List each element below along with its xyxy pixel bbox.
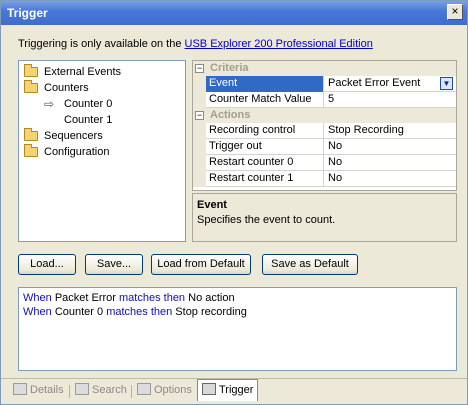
tab-details[interactable]: Details — [13, 382, 64, 400]
property-row-event[interactable]: Event Packet Error Event ▼ — [193, 76, 456, 92]
tree-item-label: Configuration — [44, 146, 110, 158]
folder-icon — [24, 144, 38, 157]
description-title: Event — [197, 199, 227, 211]
category-actions[interactable]: − Actions — [193, 108, 456, 123]
property-name: Restart counter 0 — [206, 155, 324, 171]
property-row-counter-match-value[interactable]: Counter Match Value 5 — [193, 92, 456, 108]
property-row-restart-counter-1[interactable]: Restart counter 1 No — [193, 171, 456, 187]
tree-item-label: External Events — [44, 66, 122, 78]
details-icon — [13, 383, 27, 395]
category-label: Actions — [210, 109, 251, 121]
summary-line: When Counter 0 matches then Stop recordi… — [23, 306, 247, 318]
tab-options[interactable]: Options — [137, 382, 192, 400]
save-button[interactable]: Save... — [85, 254, 143, 275]
property-value[interactable]: No — [324, 155, 456, 171]
tab-search[interactable]: Search — [75, 382, 127, 400]
trigger-tree[interactable]: External Events Counters ⇨ Counter 0 Cou… — [18, 60, 186, 242]
load-button[interactable]: Load... — [18, 254, 76, 275]
title-bar[interactable]: Trigger × — [1, 1, 467, 25]
arrow-icon: ⇨ — [44, 97, 55, 111]
property-value[interactable]: Packet Error Event — [324, 76, 456, 92]
edition-link[interactable]: USB Explorer 200 Professional Edition — [185, 38, 373, 50]
collapse-icon[interactable]: − — [195, 111, 204, 120]
notice-text: Triggering is only available on the — [18, 38, 185, 50]
trigger-summary: When Packet Error matches then No action… — [18, 287, 457, 371]
close-button[interactable]: × — [447, 4, 463, 20]
property-row-trigger-out[interactable]: Trigger out No — [193, 139, 456, 155]
tree-item-label: Counter 1 — [64, 114, 113, 126]
category-criteria[interactable]: − Criteria — [193, 61, 456, 76]
property-value[interactable]: Stop Recording — [324, 123, 456, 139]
property-value[interactable]: 5 — [324, 92, 456, 108]
collapse-icon[interactable]: − — [195, 64, 204, 73]
property-name: Restart counter 1 — [206, 171, 324, 187]
property-name: Event — [206, 76, 324, 92]
folder-icon — [24, 64, 38, 77]
description-panel: Event Specifies the event to count. — [192, 193, 457, 242]
tab-trigger[interactable]: Trigger — [197, 379, 259, 401]
property-name: Trigger out — [206, 139, 324, 155]
summary-line: When Packet Error matches then No action — [23, 292, 235, 304]
bottom-tabs: Details Search Options Trigger — [1, 378, 467, 404]
property-name: Counter Match Value — [206, 92, 324, 108]
property-value[interactable]: No — [324, 139, 456, 155]
edition-notice: Triggering is only available on the USB … — [18, 38, 373, 50]
property-grid[interactable]: − Criteria Event Packet Error Event ▼ Co… — [192, 60, 457, 191]
folder-icon — [24, 80, 38, 93]
save-as-default-button[interactable]: Save as Default — [262, 254, 358, 275]
window-title: Trigger — [7, 6, 48, 20]
chevron-down-icon[interactable]: ▼ — [440, 77, 453, 90]
search-icon — [75, 383, 89, 395]
trigger-window: Trigger × Triggering is only available o… — [0, 0, 468, 405]
property-row-restart-counter-0[interactable]: Restart counter 0 No — [193, 155, 456, 171]
options-icon — [137, 383, 151, 395]
property-value[interactable]: No — [324, 171, 456, 187]
load-from-default-button[interactable]: Load from Default — [151, 254, 251, 275]
property-row-recording-control[interactable]: Recording control Stop Recording — [193, 123, 456, 139]
close-icon: × — [451, 4, 459, 18]
folder-icon — [24, 128, 38, 141]
property-name: Recording control — [206, 123, 324, 139]
tree-item-label: Counter 0 — [64, 98, 113, 110]
description-text: Specifies the event to count. — [197, 214, 336, 226]
tree-item-label: Counters — [44, 82, 89, 94]
trigger-icon — [202, 383, 216, 395]
tree-item-label: Sequencers — [44, 130, 103, 142]
category-label: Criteria — [210, 62, 249, 74]
